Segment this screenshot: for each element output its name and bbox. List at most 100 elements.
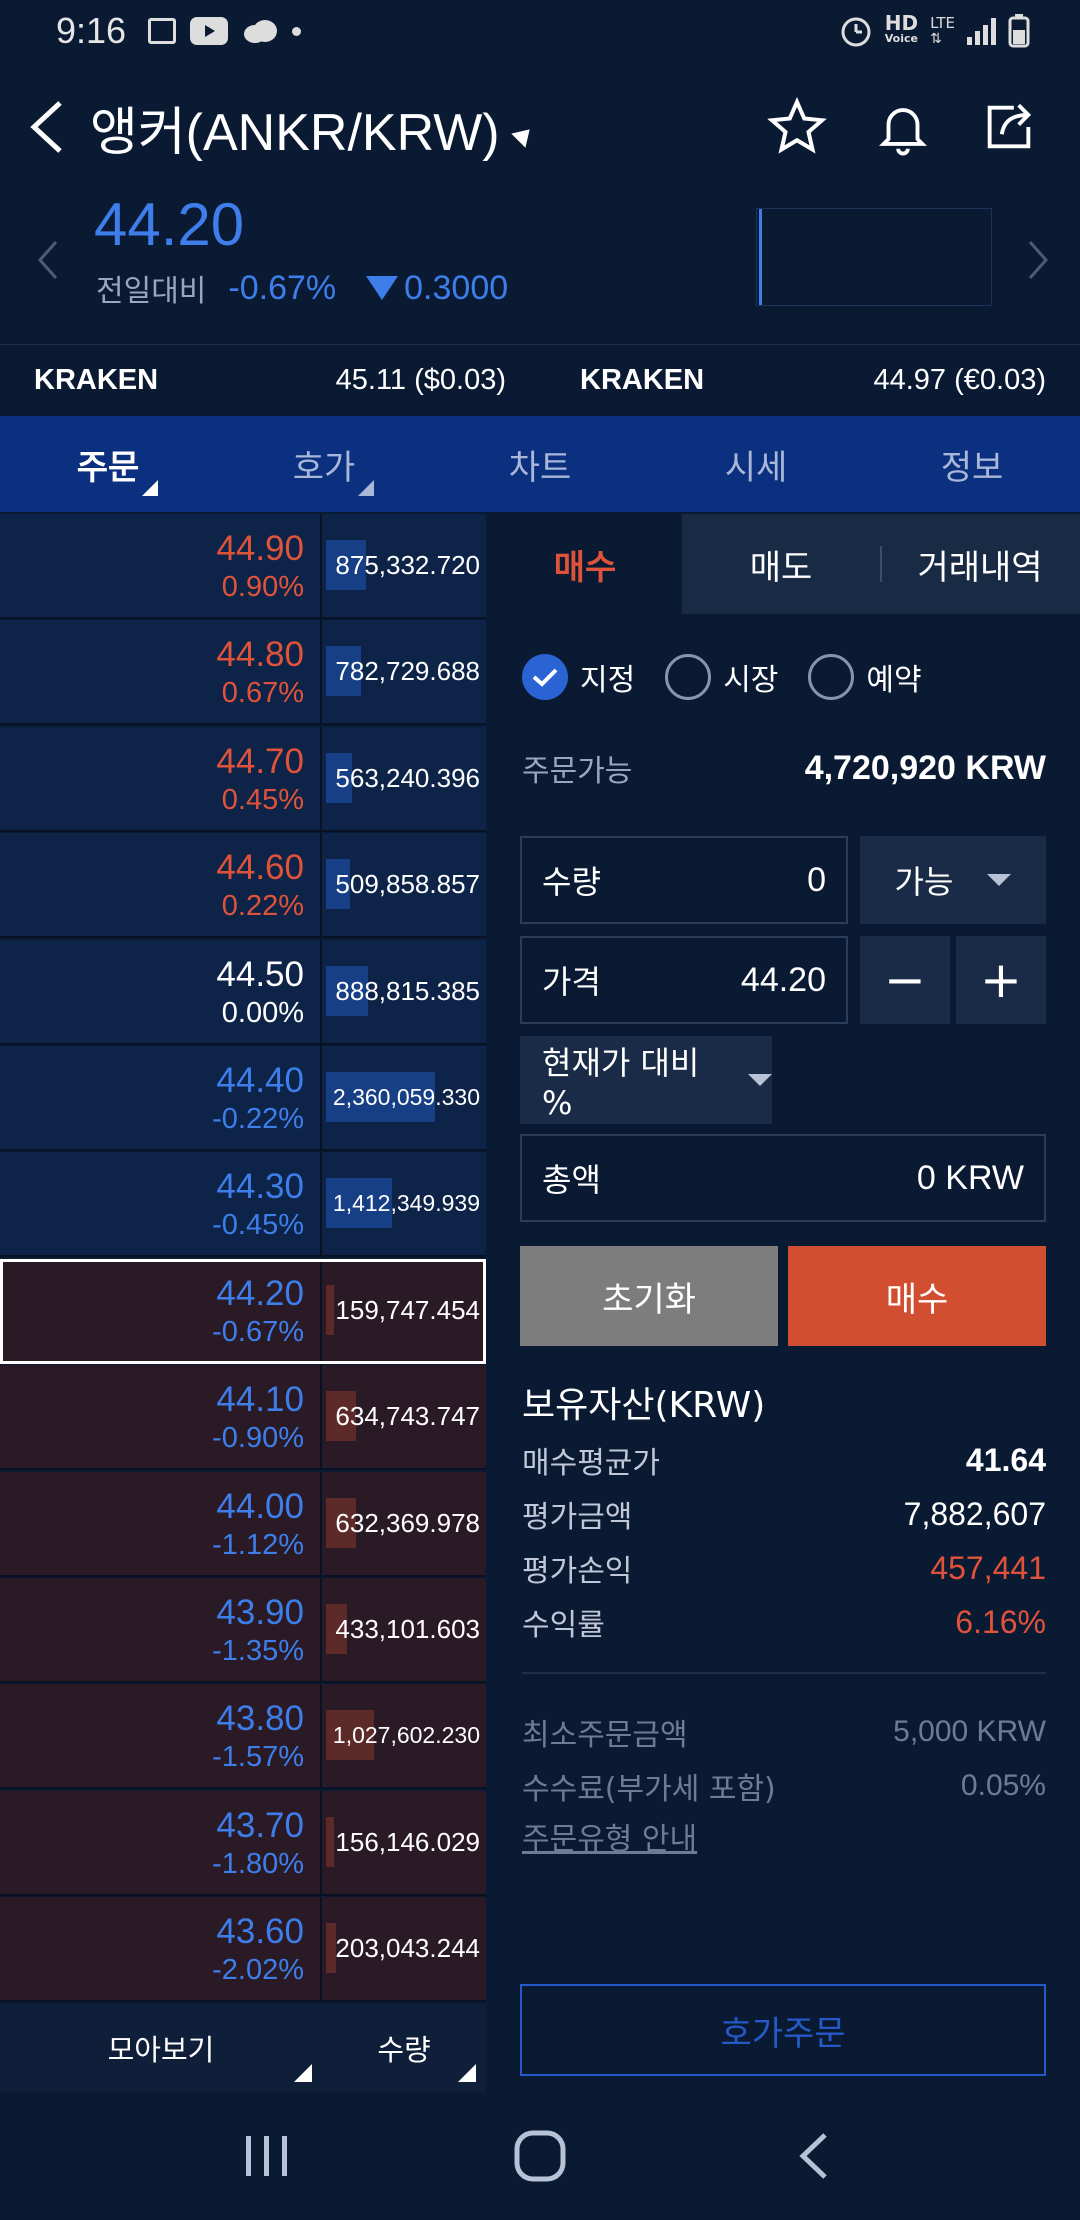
home-button[interactable] — [500, 2116, 580, 2196]
orderbook-row[interactable]: 44.90 0.90% 875,332.720 — [0, 514, 486, 619]
orderbook-row[interactable]: 43.90 -1.35% 433,101.603 — [0, 1578, 486, 1683]
more-notifications-icon — [292, 26, 302, 36]
tab-info[interactable]: 정보 — [864, 416, 1080, 512]
price-input[interactable]: 가격 44.20 — [520, 936, 848, 1024]
total-label: 총액 — [542, 1161, 601, 1199]
radio-limit[interactable]: 지정 — [522, 654, 635, 700]
total-input[interactable]: 총액 0 KRW — [520, 1134, 1046, 1222]
orderbook-qty-cell: 875,332.720 — [322, 514, 486, 617]
holding-row: 수익률 6.16% — [522, 1600, 1046, 1644]
orderbook-price-cell: 44.30 -0.45% — [0, 1152, 322, 1255]
holding-value: 41.64 — [965, 1441, 1046, 1478]
tab-order[interactable]: 주문 — [0, 416, 216, 512]
orderbook-order-button[interactable]: 호가주문 — [520, 1984, 1046, 2076]
order-type-guide-link[interactable]: 주문유형 안내 — [522, 1814, 697, 1858]
subtab-buy[interactable]: 매수 — [488, 514, 682, 614]
tab-market[interactable]: 시세 — [648, 416, 864, 512]
price-plus-button[interactable]: + — [956, 936, 1046, 1024]
orderbook-price-cell: 44.20 -0.67% — [0, 1259, 322, 1362]
buy-button[interactable]: 매수 — [788, 1246, 1046, 1346]
subtab-sell[interactable]: 매도 — [682, 514, 880, 614]
bell-icon — [878, 108, 928, 156]
back-button[interactable] — [28, 97, 78, 157]
orderbook-change: -0.67% — [212, 1315, 304, 1348]
quantity-dropdown-label: 가능 — [894, 863, 954, 901]
quantity-input[interactable]: 수량 0 — [520, 836, 848, 924]
orderbook: 44.90 0.90% 875,332.720 44.80 0.67% 782,729.6… — [0, 514, 486, 2004]
qty-mode-button[interactable]: 수량 — [322, 2004, 486, 2092]
orderbook-qty: 203,043.244 — [335, 1933, 480, 1963]
favorite-button[interactable] — [764, 94, 830, 160]
orderbook-qty: 634,743.747 — [335, 1401, 480, 1431]
recent-apps-button[interactable] — [227, 2116, 307, 2196]
alert-button[interactable] — [870, 94, 936, 160]
alarm-icon — [841, 17, 871, 47]
orderbook-row[interactable]: 43.60 -2.02% 203,043.244 — [0, 1897, 486, 2002]
tab-chart[interactable]: 차트 — [432, 416, 648, 512]
orderbook-row[interactable]: 44.10 -0.90% 634,743.747 — [0, 1365, 486, 1470]
orderbook-row[interactable]: 44.30 -0.45% 1,412,349.939 — [0, 1152, 486, 1257]
orderbook-row[interactable]: 44.40 -0.22% 2,360,059.330 — [0, 1046, 486, 1151]
orderbook-price-cell: 44.50 0.00% — [0, 940, 322, 1043]
gallery-icon — [148, 18, 177, 44]
orderbook-qty: 156,146.029 — [335, 1827, 480, 1857]
min-order-value: 5,000 KRW — [893, 1715, 1046, 1748]
home-icon — [514, 2130, 566, 2182]
price-minus-button[interactable]: − — [860, 936, 950, 1024]
change-percent: -0.67% — [228, 268, 337, 307]
orderbook-volume-bar — [326, 1285, 334, 1335]
orderbook-row[interactable]: 43.70 -1.80% 156,146.029 — [0, 1791, 486, 1896]
price-value: 44.20 — [740, 960, 826, 999]
orderbook-price: 44.20 — [216, 1273, 304, 1313]
fee-row: 수수료(부가세 포함) 0.05% — [522, 1764, 1046, 1808]
current-price: 44.20 — [94, 191, 245, 258]
orderbook-row[interactable]: 44.60 0.22% 509,858.857 — [0, 833, 486, 938]
orderbook-change: 0.67% — [221, 676, 304, 709]
minus-icon: − — [884, 951, 926, 1009]
min-order-row: 최소주문금액 5,000 KRW — [522, 1710, 1046, 1754]
back-nav-button[interactable] — [773, 2116, 853, 2196]
plus-icon: + — [980, 951, 1022, 1009]
status-time: 9:16 — [56, 10, 127, 51]
tab-corner-icon — [358, 480, 374, 496]
tab-orderbook[interactable]: 호가 — [216, 416, 432, 512]
radio-market[interactable]: 시장 — [665, 654, 778, 700]
orderbook-change: -0.22% — [212, 1102, 304, 1135]
quantity-dropdown[interactable]: 가능 — [860, 836, 1046, 924]
lte-label: LTE — [930, 14, 955, 32]
group-view-button[interactable]: 모아보기 — [0, 2004, 322, 2092]
orderbook-row[interactable]: 44.00 -1.12% 632,369.978 — [0, 1472, 486, 1577]
orderbook-qty: 782,729.688 — [335, 656, 480, 686]
next-coin-icon[interactable] — [1026, 240, 1050, 280]
group-view-label: 모아보기 — [107, 2033, 215, 2067]
orderbook-price: 43.80 — [216, 1698, 304, 1738]
back-icon — [799, 2133, 828, 2179]
hd-label: HD — [884, 11, 919, 35]
holding-value: 6.16% — [955, 1603, 1046, 1640]
order-subtabs: 매수 매도 거래내역 — [488, 514, 1080, 614]
orderbook-qty-cell: 782,729.688 — [322, 620, 486, 723]
fee-label: 수수료(부가세 포함) — [522, 1772, 776, 1807]
orderbook-row[interactable]: 44.50 0.00% 888,815.385 — [0, 940, 486, 1045]
orderbook-row[interactable]: 44.70 0.45% 563,240.396 — [0, 727, 486, 832]
orderbook-price-cell: 43.60 -2.02% — [0, 1897, 322, 2000]
mini-chart[interactable] — [756, 208, 992, 306]
exchange-value: 45.11 ($0.03) — [335, 364, 506, 396]
percent-dropdown[interactable]: 현재가 대비 % — [520, 1036, 772, 1124]
orderbook-row[interactable]: 44.80 0.67% 782,729.688 — [0, 620, 486, 725]
youtube-icon — [190, 17, 229, 45]
orderbook-qty-cell: 632,369.978 — [322, 1472, 486, 1575]
subtab-history[interactable]: 거래내역 — [880, 514, 1080, 614]
radio-reserve[interactable]: 예약 — [808, 654, 922, 700]
orderbook-row-current[interactable]: 44.20 -0.67% 159,747.454 — [0, 1259, 486, 1364]
orderbook-row[interactable]: 43.80 -1.57% 1,027,602.230 — [0, 1684, 486, 1789]
exchange-name: KRAKEN — [580, 364, 705, 396]
dropdown-corner-icon — [458, 2064, 476, 2082]
holding-row: 매수평균가 41.64 — [522, 1438, 1046, 1482]
share-button[interactable] — [976, 94, 1042, 160]
tab-label: 시세 — [724, 447, 788, 488]
reset-button[interactable]: 초기화 — [520, 1246, 778, 1346]
prev-coin-icon[interactable] — [36, 240, 60, 280]
coin-selector[interactable]: 앵커(ANKR/KRW) — [90, 90, 537, 165]
radio-label: 시장 — [723, 663, 779, 698]
